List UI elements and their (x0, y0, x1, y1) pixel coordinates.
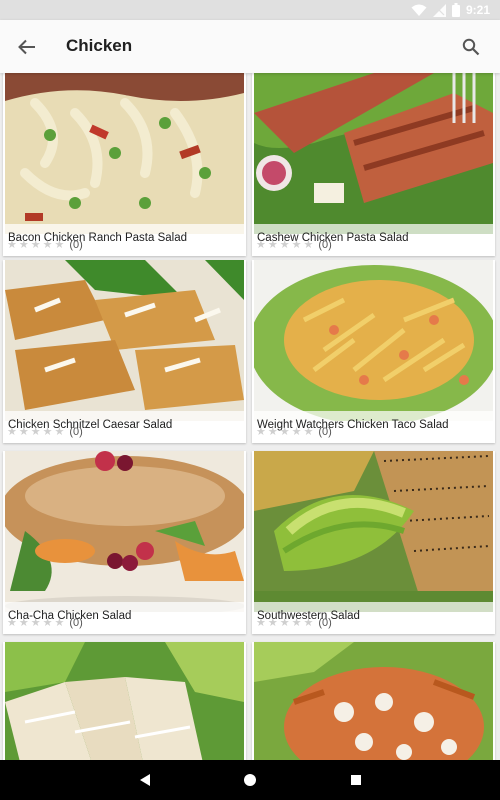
star-icon: ★ (7, 425, 17, 438)
review-count: (0) (318, 239, 332, 251)
star-icon: ★ (256, 616, 266, 629)
recipe-card-southwestern-salad[interactable]: Southwestern Salad ★ ★ ★ ★ ★ (0) (252, 451, 495, 634)
star-icon: ★ (54, 238, 65, 251)
star-icon: ★ (18, 238, 29, 251)
star-rating: ★ ★ ★ ★ ★ (0) (256, 615, 332, 631)
recipe-photo (5, 260, 244, 421)
star-icon: ★ (303, 238, 314, 251)
back-triangle-icon (140, 774, 150, 786)
star-rating: ★ ★ ★ ★ ★ (0) (7, 237, 83, 253)
recipe-card-cha-cha-chicken-salad[interactable]: Cha-Cha Chicken Salad ★ ★ ★ ★ ★ (0) (3, 451, 246, 634)
recents-square-icon (351, 775, 361, 785)
app-bar: Chicken (0, 20, 500, 73)
arrow-left-icon (18, 39, 35, 55)
review-count: (0) (318, 426, 332, 438)
star-icon: ★ (303, 616, 314, 629)
star-icon: ★ (291, 238, 302, 251)
recipe-photo (5, 73, 244, 234)
battery-icon (451, 3, 460, 17)
recipe-photo (254, 451, 493, 612)
star-icon: ★ (42, 238, 53, 251)
recipe-card[interactable] (3, 642, 246, 760)
recipe-card[interactable] (252, 642, 495, 760)
star-icon: ★ (30, 616, 41, 629)
star-icon: ★ (267, 425, 278, 438)
status-icons: 9:21 (411, 2, 490, 18)
recipe-card-chicken-schnitzel-caesar-salad[interactable]: Chicken Schnitzel Caesar Salad ★ ★ ★ ★ ★ (0) (3, 260, 246, 443)
star-rating: ★ ★ ★ ★ ★ (0) (256, 424, 332, 440)
signal-icon (432, 3, 446, 17)
star-icon: ★ (42, 425, 53, 438)
recipe-photo (254, 642, 493, 760)
nav-home-button[interactable] (242, 772, 258, 788)
star-icon: ★ (279, 616, 290, 629)
star-icon: ★ (30, 238, 41, 251)
recipe-card-cashew-chicken-pasta-salad[interactable]: Cashew Chicken Pasta Salad ★ ★ ★ ★ ★ (0) (252, 73, 495, 256)
review-count: (0) (69, 426, 83, 438)
status-bar: 9:21 (0, 0, 500, 20)
star-icon: ★ (291, 425, 302, 438)
star-icon: ★ (54, 616, 65, 629)
nav-recents-button[interactable] (348, 772, 364, 788)
star-rating: ★ ★ ★ ★ ★ (0) (7, 424, 83, 440)
wifi-icon (411, 4, 427, 17)
star-icon: ★ (7, 616, 17, 629)
star-icon: ★ (279, 425, 290, 438)
star-icon: ★ (267, 238, 278, 251)
home-circle-icon (244, 774, 256, 786)
star-icon: ★ (18, 425, 29, 438)
recipe-card-bacon-chicken-ranch-pasta-salad[interactable]: Bacon Chicken Ranch Pasta Salad ★ ★ ★ ★ ★ (0… (3, 73, 246, 256)
star-rating: ★ ★ ★ ★ ★ (0) (256, 237, 332, 253)
search-icon (462, 38, 480, 56)
recipe-photo (5, 451, 244, 612)
star-icon: ★ (42, 616, 53, 629)
star-icon: ★ (54, 425, 65, 438)
nav-back-button[interactable] (137, 772, 153, 788)
star-icon: ★ (267, 616, 278, 629)
review-count: (0) (318, 617, 332, 629)
star-icon: ★ (7, 238, 17, 251)
search-button[interactable] (458, 34, 484, 60)
star-rating: ★ ★ ★ ★ ★ (0) (7, 615, 83, 631)
review-count: (0) (69, 617, 83, 629)
recipe-photo (254, 73, 493, 234)
star-icon: ★ (256, 425, 266, 438)
review-count: (0) (69, 239, 83, 251)
star-icon: ★ (18, 616, 29, 629)
back-button[interactable] (14, 34, 40, 60)
navigation-bar (0, 760, 500, 800)
star-icon: ★ (303, 425, 314, 438)
star-icon: ★ (30, 425, 41, 438)
page-title: Chicken (66, 36, 133, 55)
star-icon: ★ (291, 616, 302, 629)
star-icon: ★ (256, 238, 266, 251)
star-icon: ★ (279, 238, 290, 251)
recipe-photo (254, 260, 493, 421)
recipe-photo (5, 642, 244, 760)
recipe-grid: Bacon Chicken Ranch Pasta Salad ★ ★ ★ ★ ★ (0… (0, 73, 500, 760)
recipe-card-weight-watchers-chicken-taco-salad[interactable]: Weight Watchers Chicken Taco Salad ★ ★ ★ ★ ★… (252, 260, 495, 443)
status-time: 9:21 (465, 3, 490, 17)
